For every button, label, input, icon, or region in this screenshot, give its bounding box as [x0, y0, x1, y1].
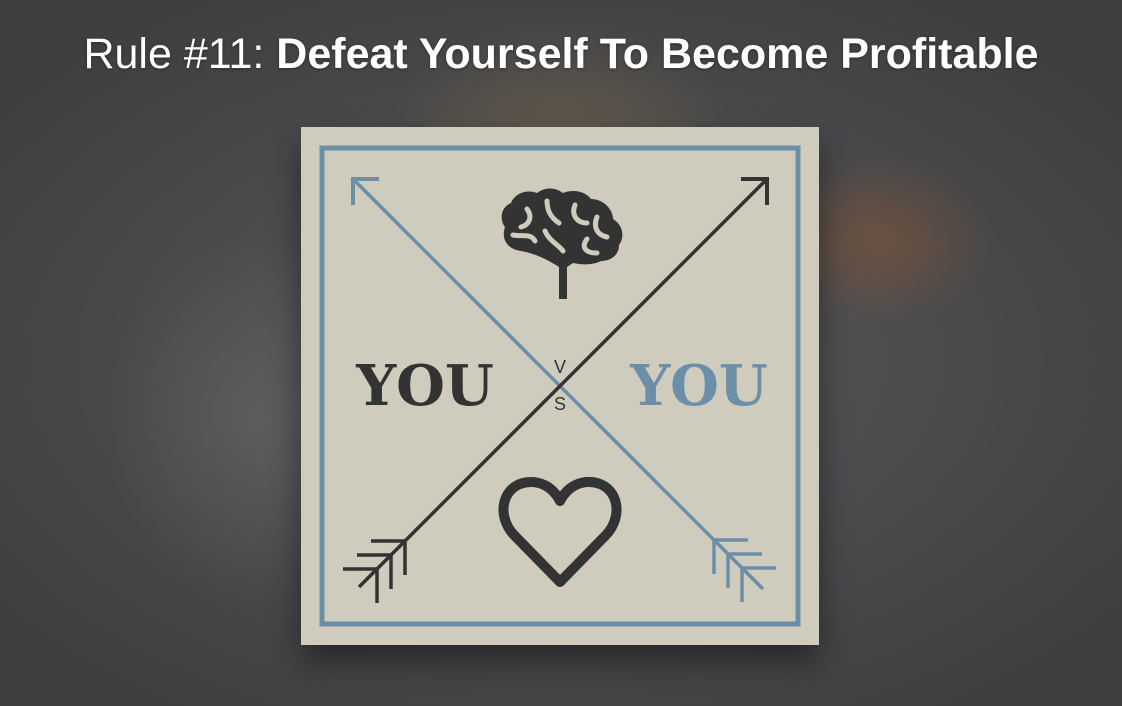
title-main: Defeat Yourself To Become Profitable: [276, 30, 1039, 78]
title-prefix: Rule #11:: [83, 30, 265, 78]
left-you-label: YOU: [355, 353, 494, 419]
brain-icon: [501, 188, 623, 299]
graphic-svg: YOU YOU V S: [319, 145, 801, 627]
you-vs-you-graphic: YOU YOU V S: [301, 127, 819, 645]
heart-icon: [498, 477, 622, 587]
slide-title: Rule #11: Defeat Yourself To Become Prof…: [0, 28, 1122, 80]
vs-bottom-letter: S: [554, 394, 566, 414]
right-you-label: YOU: [629, 353, 768, 419]
vs-top-letter: V: [554, 357, 566, 377]
